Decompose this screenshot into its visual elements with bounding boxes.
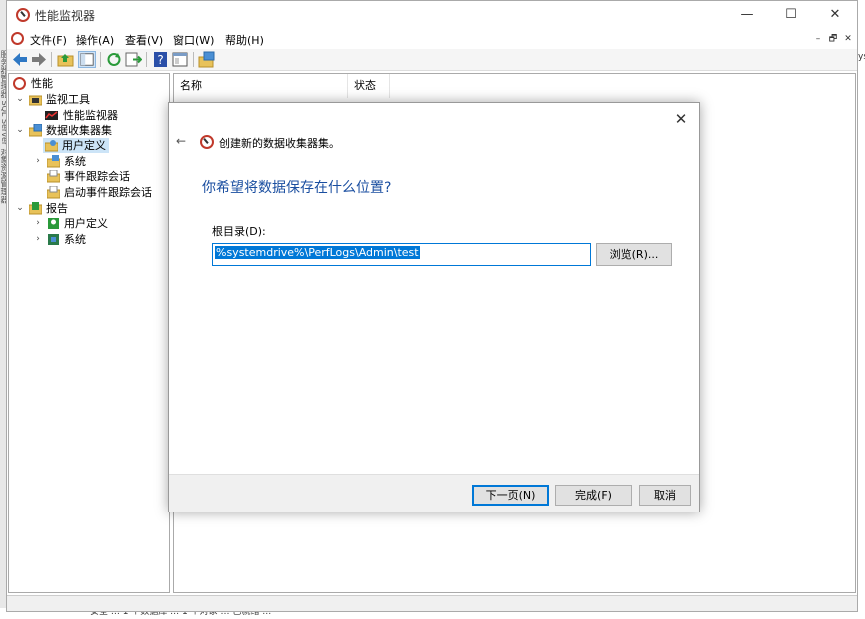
root-directory-label: 根目录(D): [212, 225, 266, 238]
tree-label: 系统 [64, 155, 86, 168]
minimize-button[interactable]: — [725, 1, 769, 29]
tree-label: 性能监视器 [63, 109, 118, 122]
toolbar-separator [193, 52, 194, 67]
tree-label: 用户定义 [64, 217, 108, 230]
system-sets-icon [47, 155, 60, 168]
finish-button[interactable]: 完成(F) [555, 485, 632, 506]
tree-label: 数据收集器集 [46, 124, 112, 137]
tree-item-startup-event-trace[interactable]: 启动事件跟踪会话 [11, 185, 166, 200]
export-list-icon[interactable] [124, 51, 142, 68]
mdi-restore-button[interactable]: 🗗 [826, 32, 840, 46]
tree-item-performance-monitor[interactable]: 性能监视器 [11, 108, 166, 123]
create-data-collector-set-dialog: ✕ ← 创建新的数据收集器集。 你希望将数据保存在什么位置? 根目录(D): %… [168, 102, 700, 512]
tree-item-reports-system[interactable]: › 系统 [11, 232, 166, 247]
toolbar-separator [51, 52, 52, 67]
tree-label: 系统 [64, 233, 86, 246]
screen: 服务器管理器 SQL Server 对象资源管理器 ys 安全 … 1 个数据库… [0, 0, 865, 619]
mdi-minimize-button[interactable]: – [811, 32, 825, 46]
column-header-status[interactable]: 状态 [348, 74, 390, 98]
tree-label: 用户定义 [62, 139, 106, 152]
dialog-footer: 下一页(N) 完成(F) 取消 [169, 474, 699, 512]
event-trace-icon [47, 170, 60, 183]
close-icon[interactable]: ✕ [671, 109, 691, 129]
tree-item-monitoring-tools[interactable]: ⌄ 监视工具 [11, 92, 166, 107]
toolbar-separator [100, 52, 101, 67]
next-button[interactable]: 下一页(N) [472, 485, 549, 506]
collapse-chevron-icon[interactable]: › [33, 216, 43, 231]
show-hide-tree-icon[interactable] [78, 51, 96, 68]
performance-monitor-chart-icon [45, 111, 58, 120]
menu-action[interactable]: 操作(A) [76, 32, 114, 48]
expand-chevron-icon[interactable]: ⌄ [15, 92, 25, 107]
mdi-close-button[interactable]: ✕ [841, 32, 855, 46]
cancel-button[interactable]: 取消 [639, 485, 691, 506]
performance-icon [13, 77, 26, 90]
close-window-button[interactable]: ✕ [813, 1, 857, 29]
root-directory-input[interactable]: %systemdrive%\PerfLogs\Admin\test [212, 243, 591, 266]
expand-chevron-icon[interactable]: ⌄ [15, 123, 25, 138]
tree-item-data-collector-sets[interactable]: ⌄ 数据收集器集 [11, 123, 166, 138]
forward-arrow-icon[interactable] [30, 51, 48, 68]
tree-item-user-defined[interactable]: 用户定义 [43, 138, 109, 153]
expand-chevron-icon[interactable]: ⌄ [15, 201, 25, 216]
tree-item-performance[interactable]: 性能 [11, 76, 166, 91]
tree-item-system[interactable]: › 系统 [11, 154, 166, 169]
collapse-chevron-icon[interactable]: › [33, 232, 43, 247]
startup-trace-icon [47, 186, 60, 199]
reports-icon [29, 202, 42, 215]
browse-button[interactable]: 浏览(R)... [596, 243, 672, 266]
svg-text:?: ? [157, 53, 163, 67]
data-collector-sets-icon [29, 124, 42, 137]
back-arrow-icon[interactable] [11, 51, 29, 68]
title-bar[interactable]: 性能监视器 — ☐ ✕ [7, 1, 857, 29]
tree-item-reports-user-defined[interactable]: › 用户定义 [11, 216, 166, 231]
perfmon-app-icon [16, 8, 30, 22]
background-right-text: ys [858, 52, 865, 62]
collapse-chevron-icon[interactable]: › [33, 154, 43, 169]
properties-icon[interactable] [171, 51, 189, 68]
maximize-button[interactable]: ☐ [769, 1, 813, 29]
menu-help[interactable]: 帮助(H) [225, 32, 264, 48]
tree-label: 启动事件跟踪会话 [64, 186, 152, 199]
help-icon[interactable]: ? [152, 51, 170, 68]
dialog-heading: 你希望将数据保存在什么位置? [202, 180, 392, 196]
tree-label: 性能 [31, 77, 53, 90]
status-bar [7, 595, 857, 611]
column-header-name[interactable]: 名称 [174, 74, 348, 98]
tree-label: 事件跟踪会话 [64, 170, 130, 183]
refresh-icon[interactable] [105, 51, 123, 68]
report-user-icon [48, 218, 59, 229]
monitoring-tools-folder-icon [29, 95, 42, 106]
tree-item-event-trace-sessions[interactable]: 事件跟踪会话 [11, 169, 166, 184]
up-folder-icon[interactable] [57, 51, 75, 68]
perfmon-wizard-icon [200, 135, 214, 149]
menu-bar: 文件(F) 操作(A) 查看(V) 窗口(W) 帮助(H) – 🗗 ✕ [7, 29, 857, 49]
back-arrow-icon[interactable]: ← [176, 134, 186, 148]
system-menu-icon[interactable] [11, 32, 24, 45]
dialog-title: 创建新的数据收集器集。 [219, 137, 340, 150]
tree-label: 报告 [46, 202, 68, 215]
menu-file[interactable]: 文件(F) [30, 32, 67, 48]
window-title: 性能监视器 [35, 9, 96, 23]
toolbar: ? [7, 49, 857, 71]
tree-item-reports[interactable]: ⌄ 报告 [11, 201, 166, 216]
report-system-icon [48, 234, 59, 245]
toolbar-separator [146, 52, 147, 67]
root-directory-value: %systemdrive%\PerfLogs\Admin\test [215, 246, 420, 259]
menu-window[interactable]: 窗口(W) [173, 32, 214, 48]
data-collector-set-icon[interactable] [198, 51, 216, 68]
navigation-tree: 性能 ⌄ 监视工具 性能监视器 ⌄ 数据收集器集 用户定义 › 系统 事件跟踪会… [8, 73, 170, 593]
background-desktop-right: ys [857, 0, 865, 619]
menu-view[interactable]: 查看(V) [125, 32, 163, 48]
user-defined-icon [45, 140, 58, 152]
tree-label: 监视工具 [46, 93, 90, 106]
